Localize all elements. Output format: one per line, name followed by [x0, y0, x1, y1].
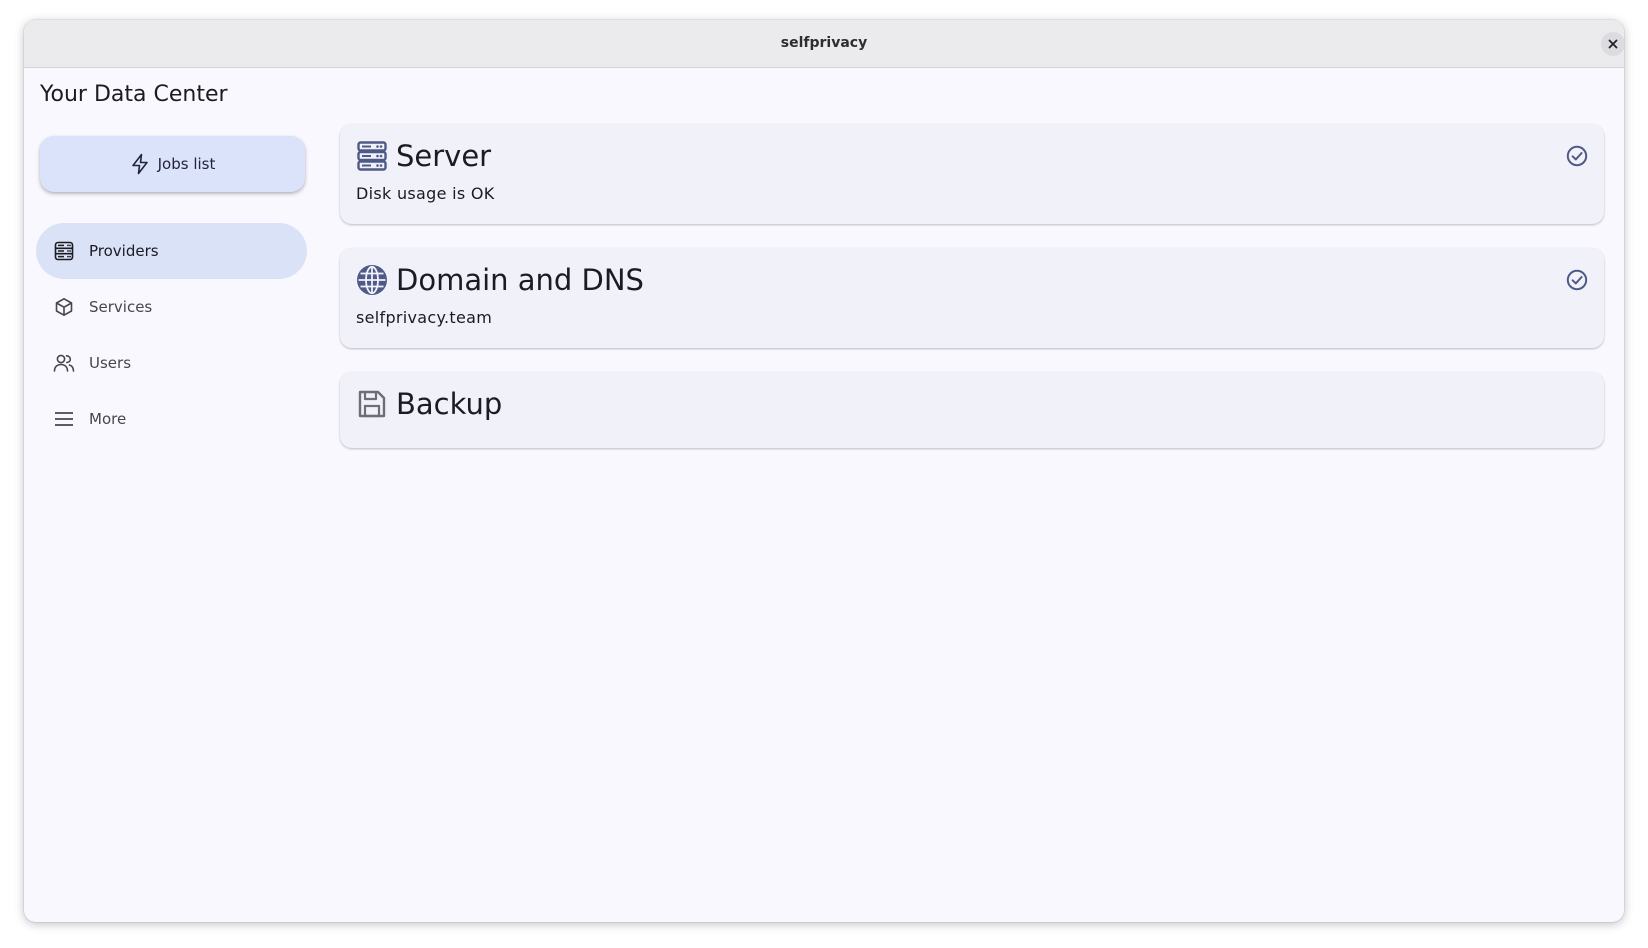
card-title: Server	[396, 139, 492, 173]
jobs-list-button[interactable]: Jobs list	[40, 136, 305, 192]
app-window: selfprivacy Your Data Center Jobs list P…	[24, 20, 1624, 922]
nav-item-label: Providers	[89, 242, 159, 260]
floppy-disk-icon	[356, 388, 388, 420]
close-icon	[1608, 39, 1618, 49]
nav-item-users[interactable]: Users	[36, 335, 307, 391]
box-icon	[53, 296, 75, 318]
card-subtitle: selfprivacy.team	[356, 308, 493, 327]
card-header: Server	[356, 138, 491, 174]
page-title: Your Data Center	[40, 82, 228, 107]
card-header: Domain and DNS	[356, 262, 644, 298]
card-header: Backup	[356, 386, 502, 422]
card-title: Domain and DNS	[396, 263, 644, 297]
window-title: selfprivacy	[780, 35, 868, 51]
title-bar: selfprivacy	[24, 20, 1624, 68]
nav-item-label: More	[89, 410, 127, 428]
backup-card[interactable]: Backup	[340, 372, 1604, 448]
nav-item-more[interactable]: More	[36, 391, 307, 447]
nav-item-label: Users	[89, 354, 132, 372]
card-subtitle: Disk usage is OK	[356, 184, 495, 203]
nav-item-providers[interactable]: Providers	[36, 223, 307, 279]
server-card[interactable]: Server Disk usage is OK	[340, 124, 1604, 224]
lightning-icon	[130, 153, 150, 175]
globe-icon	[356, 264, 388, 296]
check-circle-icon	[1566, 269, 1588, 291]
card-title: Backup	[396, 387, 503, 421]
nav-item-label: Services	[89, 298, 153, 316]
check-circle-icon	[1566, 145, 1588, 167]
server-icon	[356, 140, 388, 172]
close-button[interactable]	[1601, 32, 1624, 56]
jobs-list-label: Jobs list	[157, 155, 216, 173]
users-icon	[53, 352, 75, 374]
menu-icon	[53, 408, 75, 430]
nav-item-services[interactable]: Services	[36, 279, 307, 335]
server-icon	[53, 240, 75, 262]
domain-dns-card[interactable]: Domain and DNS selfprivacy.team	[340, 248, 1604, 348]
navigation-rail: Providers Services Users More	[36, 223, 307, 447]
